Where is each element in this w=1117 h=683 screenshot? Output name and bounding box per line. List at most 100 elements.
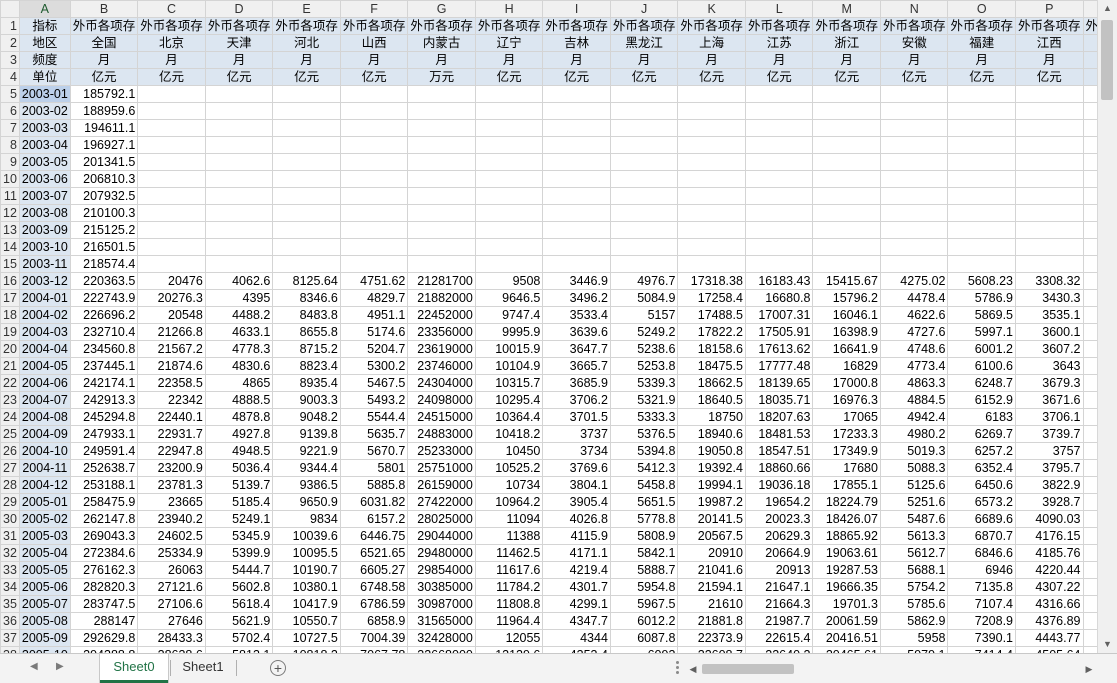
data-cell[interactable]: 5997.1 xyxy=(947,323,1016,341)
data-cell[interactable]: 5339.3 xyxy=(609,374,679,392)
data-cell[interactable]: 4344 xyxy=(542,629,611,647)
data-cell[interactable]: 1603. xyxy=(1082,527,1097,545)
data-cell[interactable] xyxy=(474,153,544,171)
data-cell[interactable]: 20416.51 xyxy=(812,629,881,647)
data-cell[interactable]: 232710.4 xyxy=(69,323,139,341)
data-cell[interactable]: 6689.6 xyxy=(947,510,1016,528)
header-cell[interactable]: 月 xyxy=(879,51,949,69)
data-cell[interactable]: 5612.7 xyxy=(879,544,949,562)
date-cell[interactable]: 2003-12 xyxy=(18,272,71,290)
data-cell[interactable]: 22452000 xyxy=(407,306,476,324)
data-cell[interactable] xyxy=(879,85,949,103)
data-cell[interactable]: 18207.63 xyxy=(744,408,814,426)
data-cell[interactable]: 27422000 xyxy=(407,493,476,511)
header-cell[interactable]: 亿元 xyxy=(204,68,274,86)
data-cell[interactable] xyxy=(1015,221,1084,239)
data-cell[interactable]: 11784.2 xyxy=(474,578,544,596)
date-cell[interactable]: 2005-07 xyxy=(18,595,71,613)
data-cell[interactable]: 3533.4 xyxy=(542,306,611,324)
data-cell[interactable]: 262147.8 xyxy=(69,510,139,528)
data-cell[interactable]: 15796.2 xyxy=(812,289,881,307)
data-cell[interactable]: 16641.9 xyxy=(812,340,881,358)
data-cell[interactable] xyxy=(812,221,881,239)
data-cell[interactable]: 6786.59 xyxy=(339,595,409,613)
data-cell[interactable] xyxy=(677,238,746,256)
data-cell[interactable]: 9650.9 xyxy=(272,493,341,511)
row-header[interactable]: 23 xyxy=(0,391,20,409)
header-cell[interactable]: 月 xyxy=(677,51,746,69)
data-cell[interactable]: 3804.1 xyxy=(542,476,611,494)
data-cell[interactable] xyxy=(407,170,476,188)
data-cell[interactable] xyxy=(677,153,746,171)
data-cell[interactable]: 5300.2 xyxy=(339,357,409,375)
data-cell[interactable]: 4622.6 xyxy=(879,306,949,324)
data-cell[interactable]: 18035.71 xyxy=(744,391,814,409)
data-cell[interactable] xyxy=(474,221,544,239)
data-cell[interactable] xyxy=(1082,170,1097,188)
date-cell[interactable]: 2004-02 xyxy=(18,306,71,324)
data-cell[interactable]: 5487.6 xyxy=(879,510,949,528)
data-cell[interactable] xyxy=(677,204,746,222)
header-cell[interactable]: 月 xyxy=(744,51,814,69)
data-cell[interactable]: 21882000 xyxy=(407,289,476,307)
data-cell[interactable] xyxy=(1015,204,1084,222)
data-cell[interactable] xyxy=(204,136,274,154)
data-cell[interactable]: 4115.9 xyxy=(542,527,611,545)
data-cell[interactable] xyxy=(812,187,881,205)
data-cell[interactable] xyxy=(1015,136,1084,154)
data-cell[interactable]: 11964.4 xyxy=(474,612,544,630)
row-header[interactable]: 6 xyxy=(0,102,20,120)
data-cell[interactable]: 3737 xyxy=(542,425,611,443)
data-cell[interactable] xyxy=(879,221,949,239)
data-cell[interactable] xyxy=(272,238,341,256)
column-header-a[interactable]: A xyxy=(18,0,71,18)
data-cell[interactable]: 20476 xyxy=(137,272,206,290)
data-cell[interactable]: 3685.9 xyxy=(542,374,611,392)
row-header[interactable]: 1 xyxy=(0,17,20,35)
data-cell[interactable]: 1528.3 xyxy=(1082,493,1097,511)
header-cell[interactable]: 月 xyxy=(609,51,679,69)
data-cell[interactable]: 5036.4 xyxy=(204,459,274,477)
data-cell[interactable] xyxy=(1015,153,1084,171)
data-cell[interactable] xyxy=(272,102,341,120)
header-cell[interactable]: 月 xyxy=(137,51,206,69)
header-cell[interactable]: 天津 xyxy=(204,34,274,52)
data-cell[interactable] xyxy=(339,221,409,239)
header-cell[interactable]: 亿元 xyxy=(137,68,206,86)
data-cell[interactable]: 5613.3 xyxy=(879,527,949,545)
data-cell[interactable] xyxy=(744,238,814,256)
data-cell[interactable]: 247933.1 xyxy=(69,425,139,443)
data-cell[interactable] xyxy=(407,85,476,103)
data-cell[interactable]: 5618.4 xyxy=(204,595,274,613)
data-cell[interactable]: 5251.6 xyxy=(879,493,949,511)
data-cell[interactable]: 7390.1 xyxy=(947,629,1016,647)
data-cell[interactable] xyxy=(812,153,881,171)
row-header[interactable]: 14 xyxy=(0,238,20,256)
row-header[interactable]: 22 xyxy=(0,374,20,392)
header-cell[interactable]: 江苏 xyxy=(744,34,814,52)
data-cell[interactable]: 5635.7 xyxy=(339,425,409,443)
date-cell[interactable]: 2003-02 xyxy=(18,102,71,120)
header-cell[interactable]: 外币各项存 xyxy=(272,17,341,35)
data-cell[interactable] xyxy=(609,187,679,205)
data-cell[interactable]: 24602.5 xyxy=(137,527,206,545)
data-cell[interactable] xyxy=(137,170,206,188)
data-cell[interactable]: 10450 xyxy=(474,442,544,460)
data-cell[interactable]: 6087.8 xyxy=(609,629,679,647)
data-cell[interactable]: 5702.4 xyxy=(204,629,274,647)
data-cell[interactable] xyxy=(947,170,1016,188)
data-cell[interactable]: 4220.44 xyxy=(1015,561,1084,579)
row-header[interactable]: 30 xyxy=(0,510,20,528)
data-cell[interactable]: 21987.7 xyxy=(744,612,814,630)
data-cell[interactable] xyxy=(1082,187,1097,205)
data-cell[interactable]: 7208.9 xyxy=(947,612,1016,630)
data-cell[interactable]: 201341.5 xyxy=(69,153,139,171)
data-cell[interactable]: 8715.2 xyxy=(272,340,341,358)
data-cell[interactable]: 5842.1 xyxy=(609,544,679,562)
data-cell[interactable]: 1677.5 xyxy=(1082,595,1097,613)
data-cell[interactable]: 20913 xyxy=(744,561,814,579)
data-cell[interactable]: 20023.3 xyxy=(744,510,814,528)
data-cell[interactable]: 22947.8 xyxy=(137,442,206,460)
row-header[interactable]: 8 xyxy=(0,136,20,154)
data-cell[interactable]: 272384.6 xyxy=(69,544,139,562)
